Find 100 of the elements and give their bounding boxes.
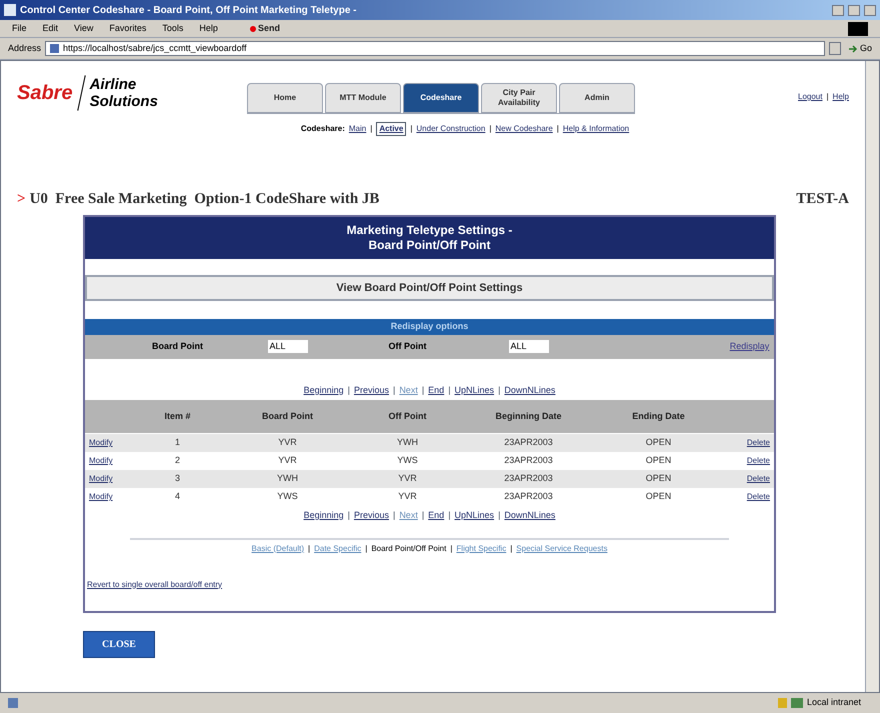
pager-link[interactable]: Beginning — [304, 384, 344, 397]
table-cell-text: YWS — [396, 454, 419, 468]
menu-item[interactable]: Help — [199, 22, 218, 36]
separator: | — [422, 384, 424, 397]
pager-link[interactable]: DownNLines — [504, 509, 556, 522]
subnav-link[interactable]: Under Construction — [416, 123, 486, 135]
separator: | — [498, 384, 500, 397]
column-header: Ending Date — [631, 411, 686, 422]
nav-tab[interactable]: MTT Module — [325, 83, 401, 113]
table-cell-text: YWS — [276, 490, 299, 504]
top-link[interactable]: Logout — [798, 91, 822, 103]
heading-marker: > — [17, 190, 26, 209]
separator: | — [348, 384, 350, 397]
pager-link[interactable]: UpNLines — [454, 384, 494, 397]
table-cell-text: YVR — [397, 472, 418, 486]
modify-link[interactable]: Modify — [85, 455, 130, 467]
menu-item[interactable]: Edit — [42, 22, 58, 36]
logo-text: Airline — [90, 76, 138, 93]
settings-link[interactable]: Date Specific — [314, 542, 362, 554]
table-cell-text: 23APR2003 — [503, 490, 554, 504]
delete-link[interactable]: Delete — [725, 491, 774, 503]
nav-tab[interactable]: City Pair Availability — [481, 83, 557, 113]
zone-label: Local intranet — [807, 696, 862, 710]
pager-link[interactable]: DownNLines — [504, 384, 556, 397]
table-cell-text: YVR — [277, 454, 298, 468]
menu-item[interactable]: File — [12, 22, 27, 36]
menu-item[interactable]: Favorites — [109, 22, 146, 36]
column-header: Item # — [163, 411, 192, 422]
settings-link[interactable]: Board Point/Off Point — [371, 542, 446, 554]
settings-link[interactable]: Special Service Requests — [516, 542, 608, 554]
maximize-button[interactable] — [848, 4, 860, 16]
subnav-label: Codeshare: — [300, 123, 345, 135]
subnav-link[interactable]: New Codeshare — [495, 123, 553, 135]
separator: | — [510, 542, 512, 554]
logo-brand: Sabre — [17, 81, 73, 106]
separator: | — [826, 91, 829, 103]
column-header: Off Point — [388, 411, 428, 422]
modify-link[interactable]: Modify — [85, 491, 130, 503]
table-cell-text: YWH — [276, 472, 299, 486]
close-button[interactable]: CLOSE — [83, 630, 155, 658]
panel-header: Marketing Teletype Settings - Board Point/Off Point — [85, 216, 774, 258]
environment-label: TEST-A — [796, 190, 849, 209]
separator: | — [489, 123, 492, 135]
nav-tab[interactable]: Admin — [559, 83, 635, 113]
delete-link[interactable]: Delete — [725, 437, 774, 449]
minimize-button[interactable] — [832, 4, 844, 16]
modify-link[interactable]: Modify — [85, 473, 130, 485]
subnav-link[interactable]: Help & Information — [562, 123, 630, 135]
separator: | — [370, 123, 372, 135]
table-cell-text: 3 — [174, 472, 181, 486]
subnav-link[interactable]: Active — [376, 122, 406, 136]
logo-text: Solutions — [90, 93, 158, 110]
board-point-label: Board Point — [151, 340, 204, 353]
separator: | — [348, 509, 350, 522]
send-icon — [250, 26, 256, 32]
table-cell-text: OPEN — [644, 472, 672, 486]
table-cell-text: OPEN — [644, 490, 672, 504]
table-cell-text: YWH — [396, 436, 419, 450]
table-cell-text: OPEN — [644, 454, 672, 468]
section-title: View Board Point/Off Point Settings — [85, 274, 774, 301]
nav-tab[interactable]: Codeshare — [403, 83, 479, 113]
table-cell-text: 23APR2003 — [503, 436, 554, 450]
redisplay-link[interactable]: Redisplay — [725, 340, 774, 354]
column-header: Beginning Date — [494, 411, 562, 422]
separator: | — [365, 542, 368, 554]
table-cell-text: 23APR2003 — [503, 472, 554, 486]
menu-item[interactable]: View — [74, 22, 94, 36]
menu-item[interactable]: Tools — [162, 22, 184, 36]
pager-link[interactable]: End — [428, 384, 444, 397]
settings-link[interactable]: Basic (Default) — [252, 542, 304, 554]
pager-link[interactable]: UpNLines — [454, 509, 494, 522]
address-field[interactable]: https://localhost/sabre/jcs_ccmtt_viewboardoff — [45, 41, 825, 56]
window-title: Control Center Codeshare - Board Point, Off Point Marketing Teletype - — [20, 4, 358, 18]
close-button[interactable] — [864, 4, 876, 16]
dropdown-button[interactable] — [828, 42, 841, 55]
delete-link[interactable]: Delete — [725, 455, 774, 467]
revert-link[interactable]: Revert to single overall board/off entry — [85, 578, 774, 610]
separator: | — [410, 123, 412, 135]
go-button[interactable]: Go — [848, 42, 872, 56]
scrollbar[interactable] — [865, 61, 879, 692]
nav-tab[interactable]: Home — [247, 83, 323, 113]
browser-icon — [4, 4, 16, 16]
top-link[interactable]: Help — [832, 91, 849, 103]
send-button[interactable]: Send — [250, 22, 280, 36]
separator: | — [448, 384, 451, 397]
separator: | — [556, 123, 559, 135]
arrow-icon — [848, 44, 858, 52]
board-point-field[interactable]: ALL — [268, 340, 308, 354]
modify-link[interactable]: Modify — [85, 437, 130, 449]
pager-link[interactable]: Beginning — [304, 509, 344, 522]
subnav-link[interactable]: Main — [348, 123, 366, 135]
settings-link[interactable]: Flight Specific — [456, 542, 506, 554]
table-cell-text: 4 — [174, 490, 181, 504]
delete-link[interactable]: Delete — [725, 473, 774, 485]
pager-link[interactable]: Previous — [354, 509, 389, 522]
pager-link[interactable]: End — [428, 509, 444, 522]
off-point-field[interactable]: ALL — [508, 340, 548, 354]
pager-link[interactable]: Previous — [354, 384, 389, 397]
table-cell-text: 23APR2003 — [503, 454, 554, 468]
off-point-label: Off Point — [388, 340, 428, 353]
